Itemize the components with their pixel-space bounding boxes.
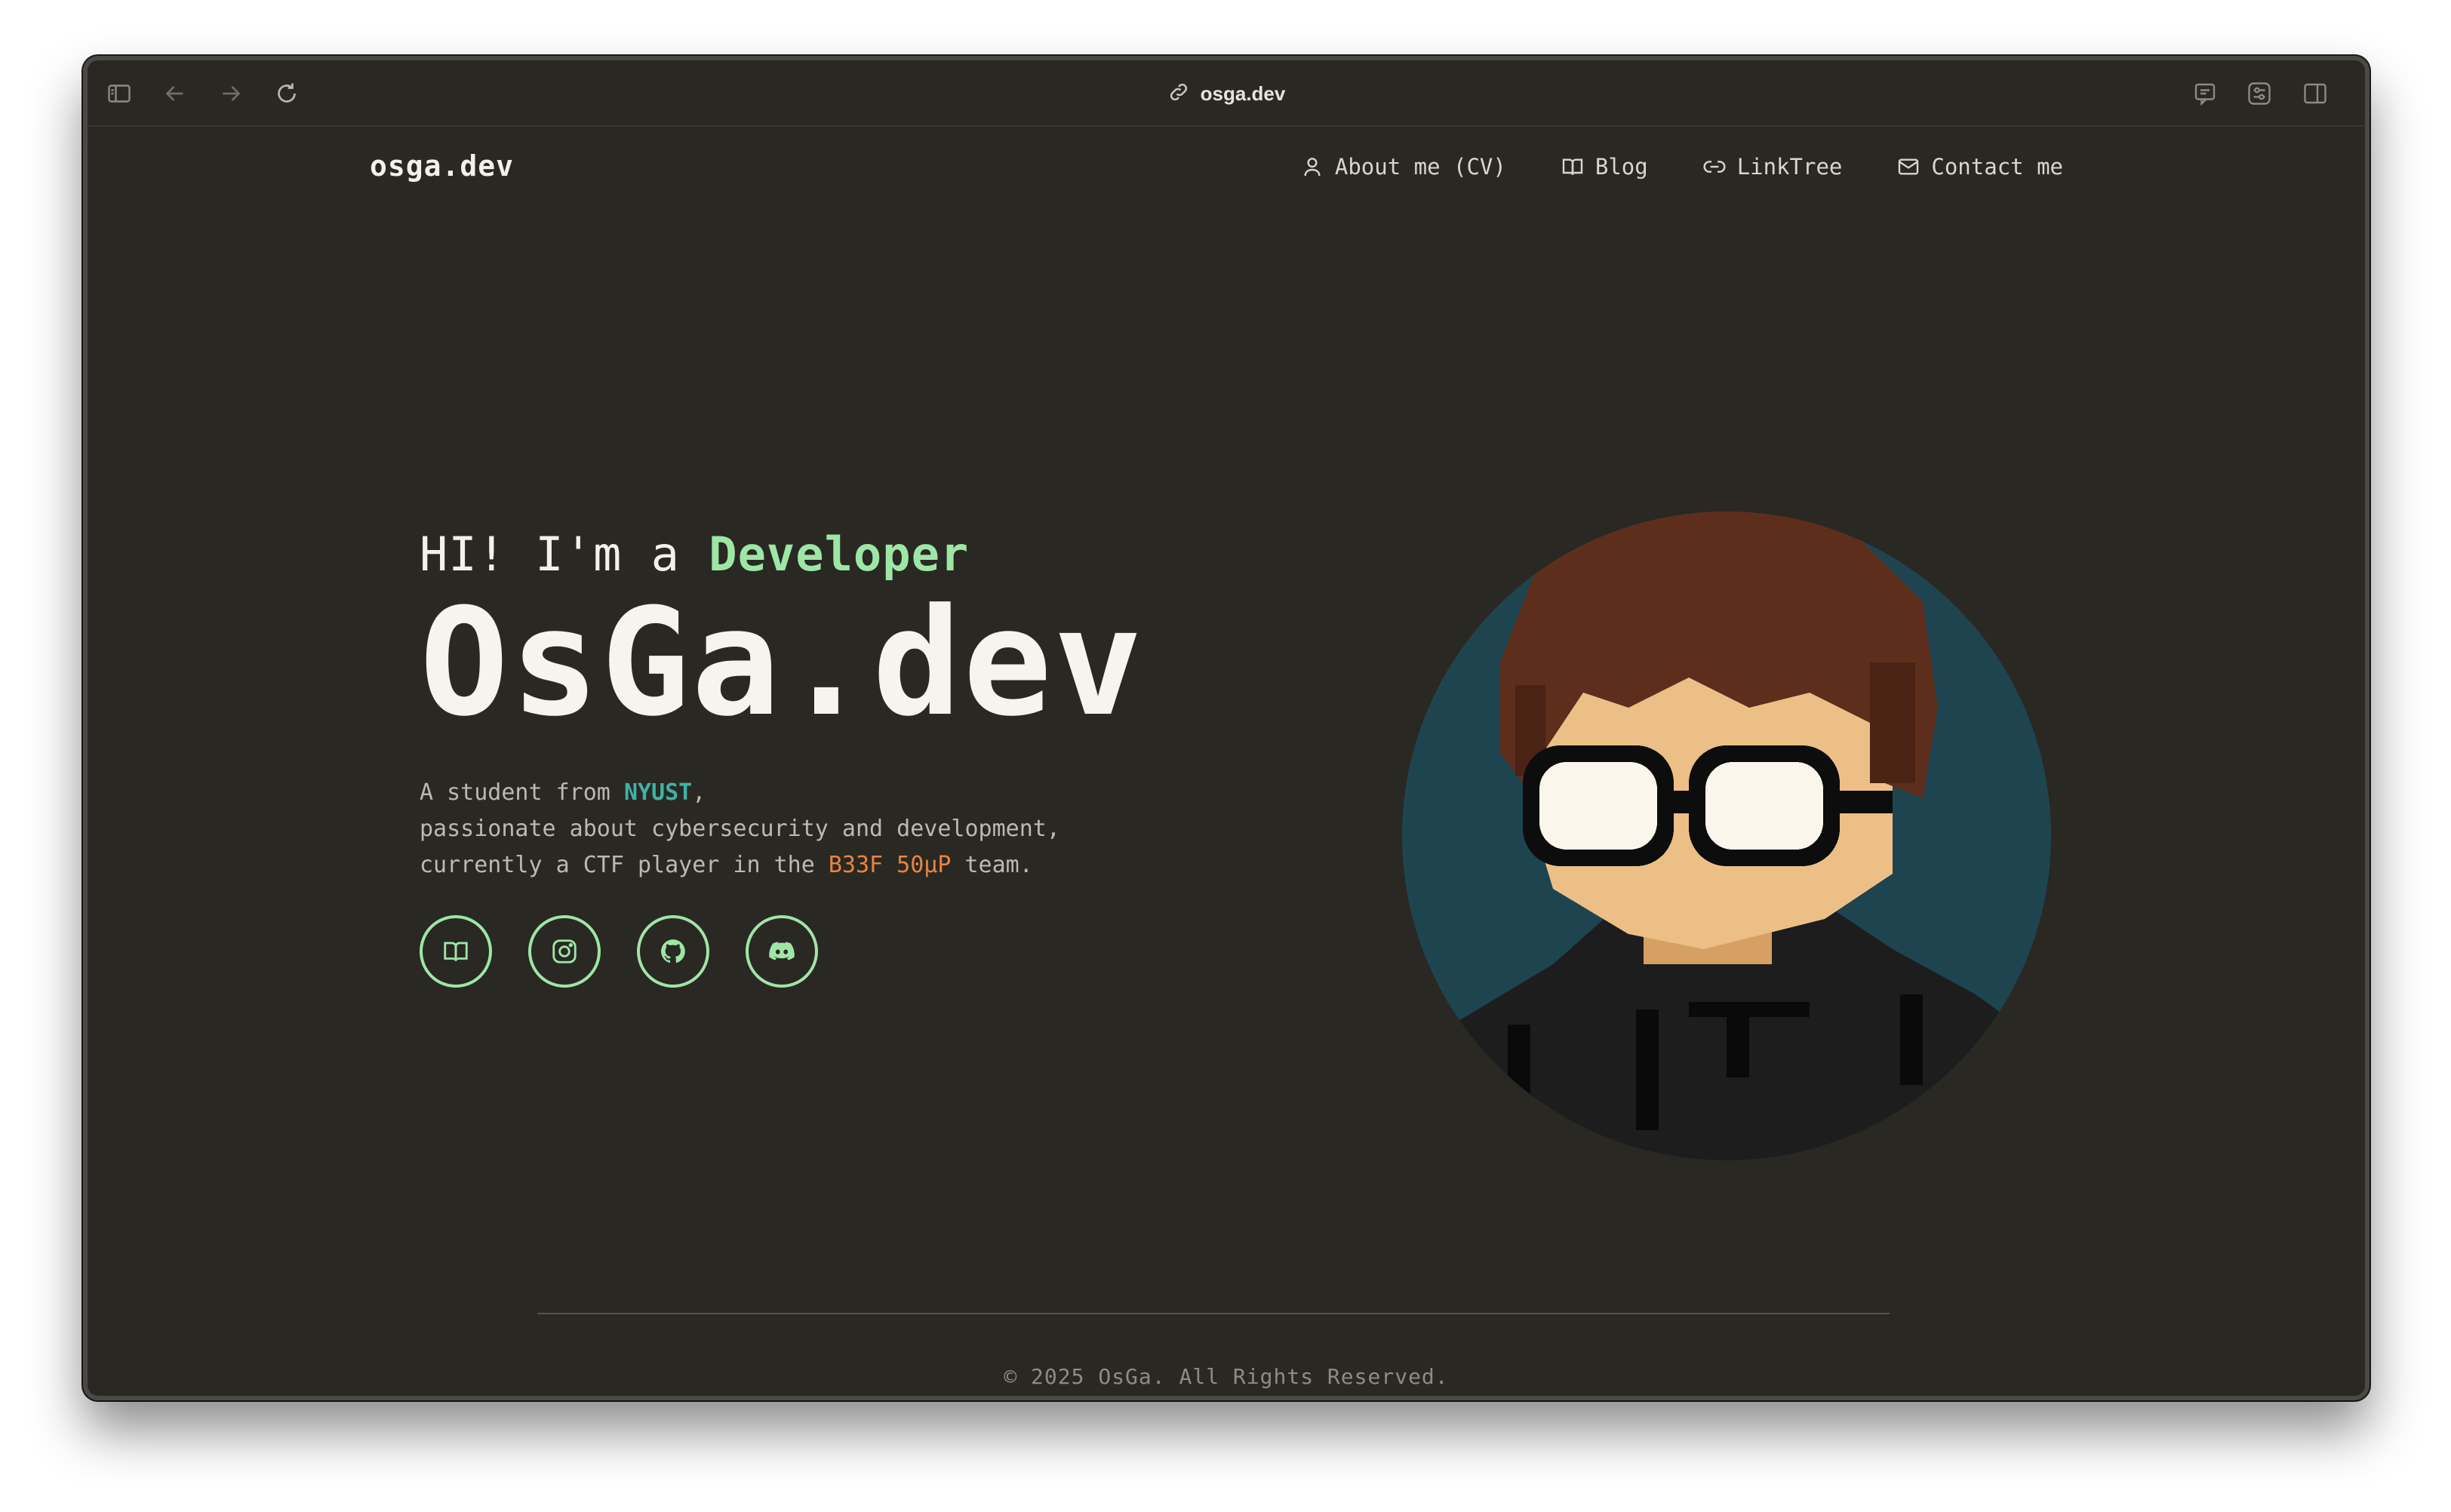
hero-greeting: HI! I'm a Developer [420, 527, 1174, 582]
greeting-prefix: HI! I'm a [420, 527, 709, 582]
nav-about[interactable]: About me (CV) [1300, 154, 1506, 180]
browser-toolbar: osga.dev [88, 60, 2365, 127]
book-icon [1562, 158, 1583, 175]
link-icon [1703, 161, 1726, 173]
pixel-avatar-image [1402, 512, 2051, 1160]
social-links [420, 915, 1174, 988]
desc-line-2: passionate about cybersecurity and devel… [420, 816, 1060, 842]
browser-window: osga.dev osga.dev About me (CV) Blog Lin [83, 56, 2370, 1400]
hero-section: HI! I'm a Developer OsGa.dev A student f… [420, 527, 1174, 988]
instagram-icon [552, 939, 577, 963]
github-icon [661, 939, 685, 963]
website: osga.dev About me (CV) Blog LinkTree Con… [88, 127, 2365, 1396]
main-nav: About me (CV) Blog LinkTree Contact me [1300, 154, 2063, 180]
book-icon [444, 942, 468, 961]
desc-line-1-prefix: A student from [420, 779, 624, 806]
desc-line-3-suffix: team. [951, 852, 1033, 878]
person-icon [1304, 158, 1321, 177]
split-view-icon[interactable] [2300, 78, 2330, 109]
discord-social-button[interactable] [746, 915, 818, 988]
desc-line-3: currently a CTF player in the B33F 50µP … [420, 847, 1174, 884]
hero-title: OsGa.dev [420, 577, 1145, 749]
nav-linktree-label: LinkTree [1736, 154, 1843, 180]
team-highlight: B33F 50µP [828, 852, 952, 878]
site-logo[interactable]: osga.dev [370, 149, 514, 183]
copyright-text: © 2025 OsGa. All Rights Reserved. [1004, 1364, 1449, 1389]
discord-icon [769, 942, 795, 960]
settings-sliders-icon[interactable] [2244, 78, 2274, 109]
url-text: osga.dev [1200, 81, 1286, 105]
desc-line-3-prefix: currently a CTF player in the [420, 852, 829, 878]
desc-line-1-suffix: , [692, 779, 706, 806]
greeting-accent: Developer [709, 527, 970, 582]
nav-linktree[interactable]: LinkTree [1702, 154, 1843, 180]
nav-contact[interactable]: Contact me [1896, 154, 2063, 180]
chat-icon[interactable] [2190, 78, 2220, 109]
nav-contact-label: Contact me [1931, 154, 2063, 180]
nav-about-label: About me (CV) [1334, 154, 1506, 180]
address-bar[interactable]: osga.dev [88, 75, 2365, 112]
link-icon [1167, 81, 1190, 107]
github-social-button[interactable] [637, 915, 709, 988]
mail-icon [1899, 158, 1919, 175]
instagram-social-button[interactable] [528, 915, 601, 988]
nav-blog[interactable]: Blog [1561, 154, 1648, 180]
desc-line-1: A student from NYUST, [420, 775, 1174, 811]
nav-blog-label: Blog [1595, 154, 1648, 180]
school-highlight: NYUST [623, 779, 693, 806]
blog-social-button[interactable] [420, 915, 492, 988]
footer-divider [537, 1313, 1890, 1314]
hero-description: A student from NYUST, passionate about c… [420, 775, 1174, 884]
